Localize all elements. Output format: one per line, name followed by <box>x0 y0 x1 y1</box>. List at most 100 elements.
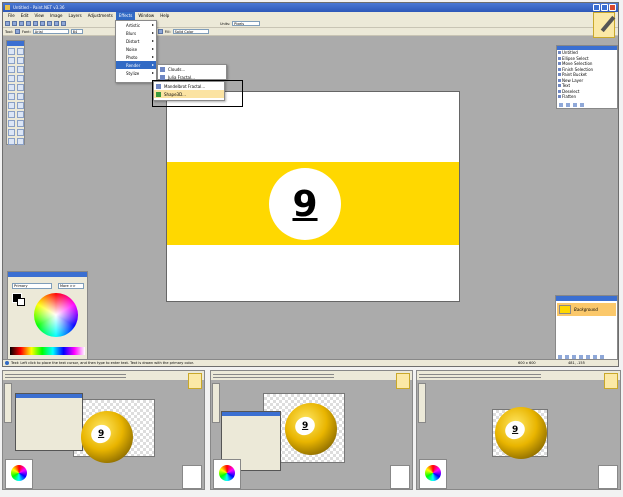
layer-name: Background <box>574 307 598 312</box>
freeform-shape-icon[interactable] <box>17 138 24 145</box>
thumbnail-menubar <box>3 371 204 381</box>
status-bar: Text: Left click to place the text curso… <box>3 359 618 366</box>
paste-icon[interactable] <box>47 21 52 26</box>
highlight-callout-box <box>152 80 243 107</box>
text-tool-icon[interactable] <box>14 29 20 34</box>
redo-history-icon[interactable] <box>573 103 577 107</box>
paintbrush-icon[interactable] <box>8 93 15 100</box>
magic-wand-icon[interactable] <box>8 75 15 82</box>
maximize-button[interactable] <box>601 4 608 11</box>
rectangle-icon[interactable] <box>8 129 15 136</box>
thumbnail-ball: 9 <box>285 403 337 455</box>
rounded-rectangle-icon[interactable] <box>17 129 24 136</box>
image-canvas[interactable]: 9 <box>166 91 460 302</box>
layer-row[interactable]: Background <box>557 303 616 316</box>
secondary-color-swatch[interactable] <box>17 298 25 306</box>
line-icon[interactable] <box>17 120 24 127</box>
color-mode-select[interactable]: Primary <box>12 283 52 289</box>
paint-bucket-icon[interactable] <box>8 84 15 91</box>
open-icon[interactable] <box>12 21 17 26</box>
tool-label: Tool: <box>5 29 13 34</box>
menu-edit[interactable]: Edit <box>18 12 32 20</box>
recolor-icon[interactable] <box>17 111 24 118</box>
color-picker-icon[interactable] <box>17 102 24 109</box>
effects-photo[interactable]: Photo ▸ <box>116 53 156 61</box>
thumbnail-color-wheel <box>11 465 27 481</box>
menu-window[interactable]: Window <box>135 12 157 20</box>
cut-icon[interactable] <box>33 21 38 26</box>
thumbnail-tools <box>4 383 12 423</box>
effects-artistic[interactable]: Artistic ▸ <box>116 21 156 29</box>
effects-render[interactable]: Render ▸ <box>116 61 156 69</box>
zoom-icon[interactable] <box>17 66 24 73</box>
image-size: 600 x 600 <box>518 361 536 365</box>
font-label: Font: <box>21 29 31 34</box>
undo-icon[interactable] <box>54 21 59 26</box>
ball-number: 9 <box>292 183 318 225</box>
menu-view[interactable]: View <box>31 12 47 20</box>
text-icon[interactable] <box>8 120 15 127</box>
fill-select[interactable]: Solid Color <box>172 29 209 34</box>
thumbnail-menubar <box>211 371 412 381</box>
rewind-icon[interactable] <box>559 103 563 107</box>
ellipse-select-icon[interactable] <box>8 66 15 73</box>
eraser-icon[interactable] <box>17 93 24 100</box>
layers-window: Background <box>555 295 618 361</box>
close-button[interactable] <box>609 4 616 11</box>
fast-forward-icon[interactable] <box>580 103 584 107</box>
thumbnail-ball-number: 9 <box>511 425 519 436</box>
thumbnail-pencil-icon <box>604 373 618 389</box>
save-icon[interactable] <box>19 21 24 26</box>
thumbnail-ball: 9 <box>81 411 133 463</box>
lasso-icon[interactable] <box>8 57 15 64</box>
render-clouds[interactable]: Clouds... <box>158 65 226 73</box>
render-submenu: Clouds... Julia Fractal... <box>157 64 227 80</box>
title-bar: Untitled - Paint.NET v3.36 <box>3 3 618 12</box>
clone-stamp-icon[interactable] <box>8 111 15 118</box>
color-wheel[interactable] <box>34 293 78 337</box>
thumbnail-ball: 9 <box>495 407 547 459</box>
gradient-icon[interactable] <box>17 84 24 91</box>
minimize-button[interactable] <box>593 4 600 11</box>
thumbnail-layers <box>182 465 202 489</box>
units-select[interactable]: Pixels <box>232 21 261 26</box>
thumbnail-menubar <box>417 371 620 381</box>
copy-icon[interactable] <box>40 21 45 26</box>
effects-blurs[interactable]: Blurs ▸ <box>116 29 156 37</box>
menu-help[interactable]: Help <box>157 12 172 20</box>
effects-noise[interactable]: Noise ▸ <box>116 45 156 53</box>
menu-layers[interactable]: Layers <box>65 12 84 20</box>
undo-history-icon[interactable] <box>566 103 570 107</box>
layer-thumbnail <box>559 305 571 314</box>
print-icon[interactable] <box>26 21 31 26</box>
history-item[interactable]: Flatten <box>557 94 617 100</box>
menu-adjustments[interactable]: Adjustments <box>85 12 116 20</box>
thumbnail-tools <box>212 383 220 423</box>
align-icon[interactable] <box>157 29 163 34</box>
history-window: Untitled Ellipse Select Move Selection F… <box>556 45 618 109</box>
pencil-tool-icon[interactable] <box>8 102 15 109</box>
ball-number-circle: 9 <box>269 168 341 240</box>
fill-label: Fill: <box>164 29 171 34</box>
new-icon[interactable] <box>5 21 10 26</box>
effects-stylize[interactable]: Stylize ▸ <box>116 69 156 77</box>
effects-distort[interactable]: Distort ▸ <box>116 37 156 45</box>
effects-menu: Artistic ▸ Blurs ▸ Distort ▸ Noise ▸ Photo ▸ … <box>115 20 157 83</box>
menu-effects[interactable]: Effects <box>115 12 136 20</box>
thumbnail-layers <box>598 465 618 489</box>
pan-icon[interactable] <box>17 75 24 82</box>
more-colors-button[interactable]: More >> <box>58 283 84 289</box>
font-select[interactable]: Arial <box>32 29 69 34</box>
menu-image[interactable]: Image <box>47 12 66 20</box>
move-icon[interactable] <box>17 48 24 55</box>
tools-window <box>6 40 25 145</box>
ellipse-icon[interactable] <box>8 138 15 145</box>
pencil-icon <box>593 12 616 38</box>
step-thumbnail-3: 9 <box>416 370 621 490</box>
redo-icon[interactable] <box>61 21 66 26</box>
move-selection-icon[interactable] <box>17 57 24 64</box>
color-palette[interactable] <box>10 347 85 355</box>
font-size-select[interactable]: 84 <box>70 29 83 34</box>
menu-file[interactable]: File <box>5 12 18 20</box>
rectangle-select-icon[interactable] <box>8 48 15 55</box>
